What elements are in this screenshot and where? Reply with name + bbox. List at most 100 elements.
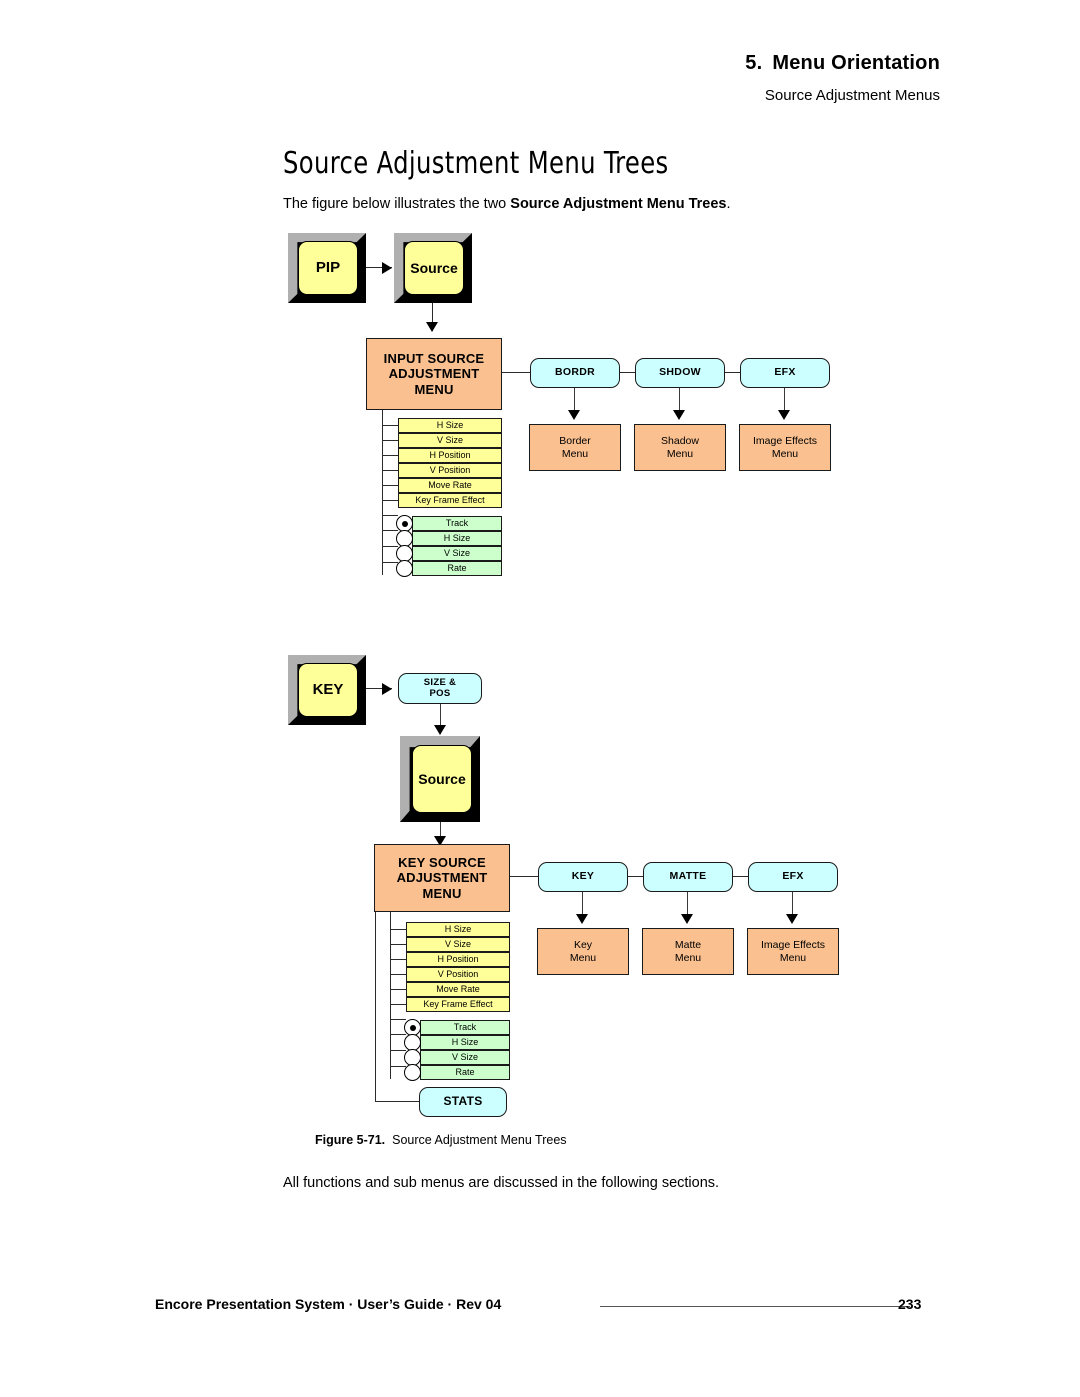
radio-rate-1[interactable] <box>396 560 413 577</box>
menu-line-2: ADJUSTMENT <box>396 870 488 886</box>
param-row-key-frame-effect-1[interactable]: Key Frame Effect <box>398 493 502 508</box>
menu-box-matte-menu[interactable]: Matte Menu <box>642 928 734 975</box>
document-page: 5. Menu Orientation Source Adjustment Men… <box>0 0 1080 1397</box>
stub-option-2-1 <box>390 1019 406 1021</box>
param-row-v-position-1[interactable]: V Position <box>398 463 502 478</box>
menu-box-border-menu[interactable]: Border Menu <box>529 424 621 471</box>
footer-divider <box>600 1306 910 1308</box>
stub-option-2-4 <box>390 1066 406 1068</box>
menu-box-input-source-adjustment[interactable]: INPUT SOURCE ADJUSTMENT MENU <box>366 338 502 410</box>
param-row-h-position-2[interactable]: H Position <box>406 952 510 967</box>
menu-button-efx-1[interactable]: EFX <box>740 358 830 388</box>
stub-option-1 <box>382 515 398 517</box>
stub-param-2 <box>382 440 398 442</box>
param-spine-tree1 <box>382 410 384 575</box>
param-row-v-position-2[interactable]: V Position <box>406 967 510 982</box>
stub-param-6 <box>382 500 398 502</box>
menu-button-matte[interactable]: MATTE <box>643 862 733 892</box>
option-row-track-2[interactable]: Track <box>420 1020 510 1035</box>
option-row-track-1[interactable]: Track <box>412 516 502 531</box>
param-row-h-size-1[interactable]: H Size <box>398 418 502 433</box>
menu-line-2: Menu <box>674 951 702 964</box>
menu-line-1: Image Effects <box>760 939 825 952</box>
menu-box-input-source-adjustment-label: INPUT SOURCE ADJUSTMENT MENU <box>384 351 485 397</box>
stub-param-1 <box>382 425 398 427</box>
option-row-h-size-1[interactable]: H Size <box>412 531 502 546</box>
option-row-v-size-1[interactable]: V Size <box>412 546 502 561</box>
radio-dot <box>401 520 408 527</box>
hardware-key-source-2[interactable]: Source <box>400 736 480 822</box>
menu-button-bordr[interactable]: BORDR <box>530 358 620 388</box>
arrowhead-source-to-input-menu <box>426 322 438 332</box>
arrowhead-key-to-size-pos <box>382 683 392 695</box>
stub-param-2-4 <box>390 974 406 976</box>
menu-line-1: SIZE & <box>423 676 457 688</box>
menu-box-key-menu[interactable]: Key Menu <box>537 928 629 975</box>
arrowhead-key-down <box>576 914 588 924</box>
stub-option-2 <box>382 530 398 532</box>
menu-line-3: MENU <box>422 885 462 901</box>
option-row-v-size-2[interactable]: V Size <box>420 1050 510 1065</box>
menu-line-1: INPUT SOURCE <box>383 351 485 366</box>
menu-button-efx-2[interactable]: EFX <box>748 862 838 892</box>
hardware-key-pip[interactable]: PIP <box>288 233 366 303</box>
stub-option-2-3 <box>390 1050 406 1052</box>
arrowhead-bordr-down <box>568 410 580 420</box>
hardware-key-pip-label: PIP <box>298 241 358 295</box>
menu-box-image-effects-menu-2[interactable]: Image Effects Menu <box>747 928 839 975</box>
connector-input-menu-to-bordr <box>502 372 530 374</box>
arrowhead-efx-down <box>778 410 790 420</box>
menu-line-1: Shadow <box>661 435 699 448</box>
hardware-key-source-1[interactable]: Source <box>394 233 472 303</box>
param-row-v-size-1[interactable]: V Size <box>398 433 502 448</box>
stub-option-3 <box>382 546 398 548</box>
radio-rate-2[interactable] <box>404 1064 421 1081</box>
menu-button-shdow[interactable]: SHDOW <box>635 358 725 388</box>
stub-param-2-5 <box>390 989 406 991</box>
param-row-h-size-2[interactable]: H Size <box>406 922 510 937</box>
param-spine-tree2 <box>390 912 392 1079</box>
menu-box-key-source-adjustment-label: KEY SOURCE ADJUSTMENT MENU <box>397 855 488 901</box>
connector-key-menu-to-key-button <box>510 876 538 878</box>
param-row-key-frame-effect-2[interactable]: Key Frame Effect <box>406 997 510 1012</box>
menu-line-1: Image Effects <box>752 435 817 448</box>
stub-param-4 <box>382 470 398 472</box>
option-row-rate-1[interactable]: Rate <box>412 561 502 576</box>
arrowhead-shdow-down <box>673 410 685 420</box>
hardware-key-key[interactable]: KEY <box>288 655 366 725</box>
stub-option-2-2 <box>390 1034 406 1036</box>
connector-key-to-matte <box>628 876 643 878</box>
hardware-key-key-label: KEY <box>298 663 358 717</box>
param-row-h-position-1[interactable]: H Position <box>398 448 502 463</box>
menu-box-image-effects-menu-1[interactable]: Image Effects Menu <box>739 424 831 471</box>
menu-line-1: Border <box>559 435 591 448</box>
menu-box-key-source-adjustment[interactable]: KEY SOURCE ADJUSTMENT MENU <box>374 844 510 912</box>
param-row-move-rate-1[interactable]: Move Rate <box>398 478 502 493</box>
menu-box-image-effects-menu-1-label: Image Effects Menu <box>753 435 817 460</box>
menu-box-shadow-menu[interactable]: Shadow Menu <box>634 424 726 471</box>
menu-line-2: ADJUSTMENT <box>388 366 480 382</box>
menu-button-size-and-pos-label: SIZE & POS <box>423 676 457 699</box>
stub-option-4 <box>382 562 398 564</box>
stub-param-2-2 <box>390 944 406 946</box>
menu-box-matte-menu-label: Matte Menu <box>675 939 701 964</box>
hardware-key-source-1-label: Source <box>404 241 464 295</box>
stub-param-5 <box>382 485 398 487</box>
option-row-rate-2[interactable]: Rate <box>420 1065 510 1080</box>
option-row-h-size-2[interactable]: H Size <box>420 1035 510 1050</box>
param-row-v-size-2[interactable]: V Size <box>406 937 510 952</box>
menu-line-2: POS <box>429 687 451 699</box>
menu-button-stats[interactable]: STATS <box>419 1087 507 1117</box>
stub-param-2-1 <box>390 929 406 931</box>
menu-button-size-and-pos[interactable]: SIZE & POS <box>398 673 482 704</box>
menu-line-1: KEY SOURCE <box>398 855 486 870</box>
figure-caption-label: Figure 5-71. <box>315 1133 386 1147</box>
param-row-move-rate-2[interactable]: Move Rate <box>406 982 510 997</box>
menu-box-border-menu-label: Border Menu <box>559 435 591 460</box>
connector-matte-to-efx <box>733 876 748 878</box>
arrowhead-pip-to-source <box>382 262 392 274</box>
menu-button-key[interactable]: KEY <box>538 862 628 892</box>
menu-line-2: Menu <box>779 951 807 964</box>
arrowhead-matte-down <box>681 914 693 924</box>
menu-line-1: Matte <box>674 939 702 952</box>
